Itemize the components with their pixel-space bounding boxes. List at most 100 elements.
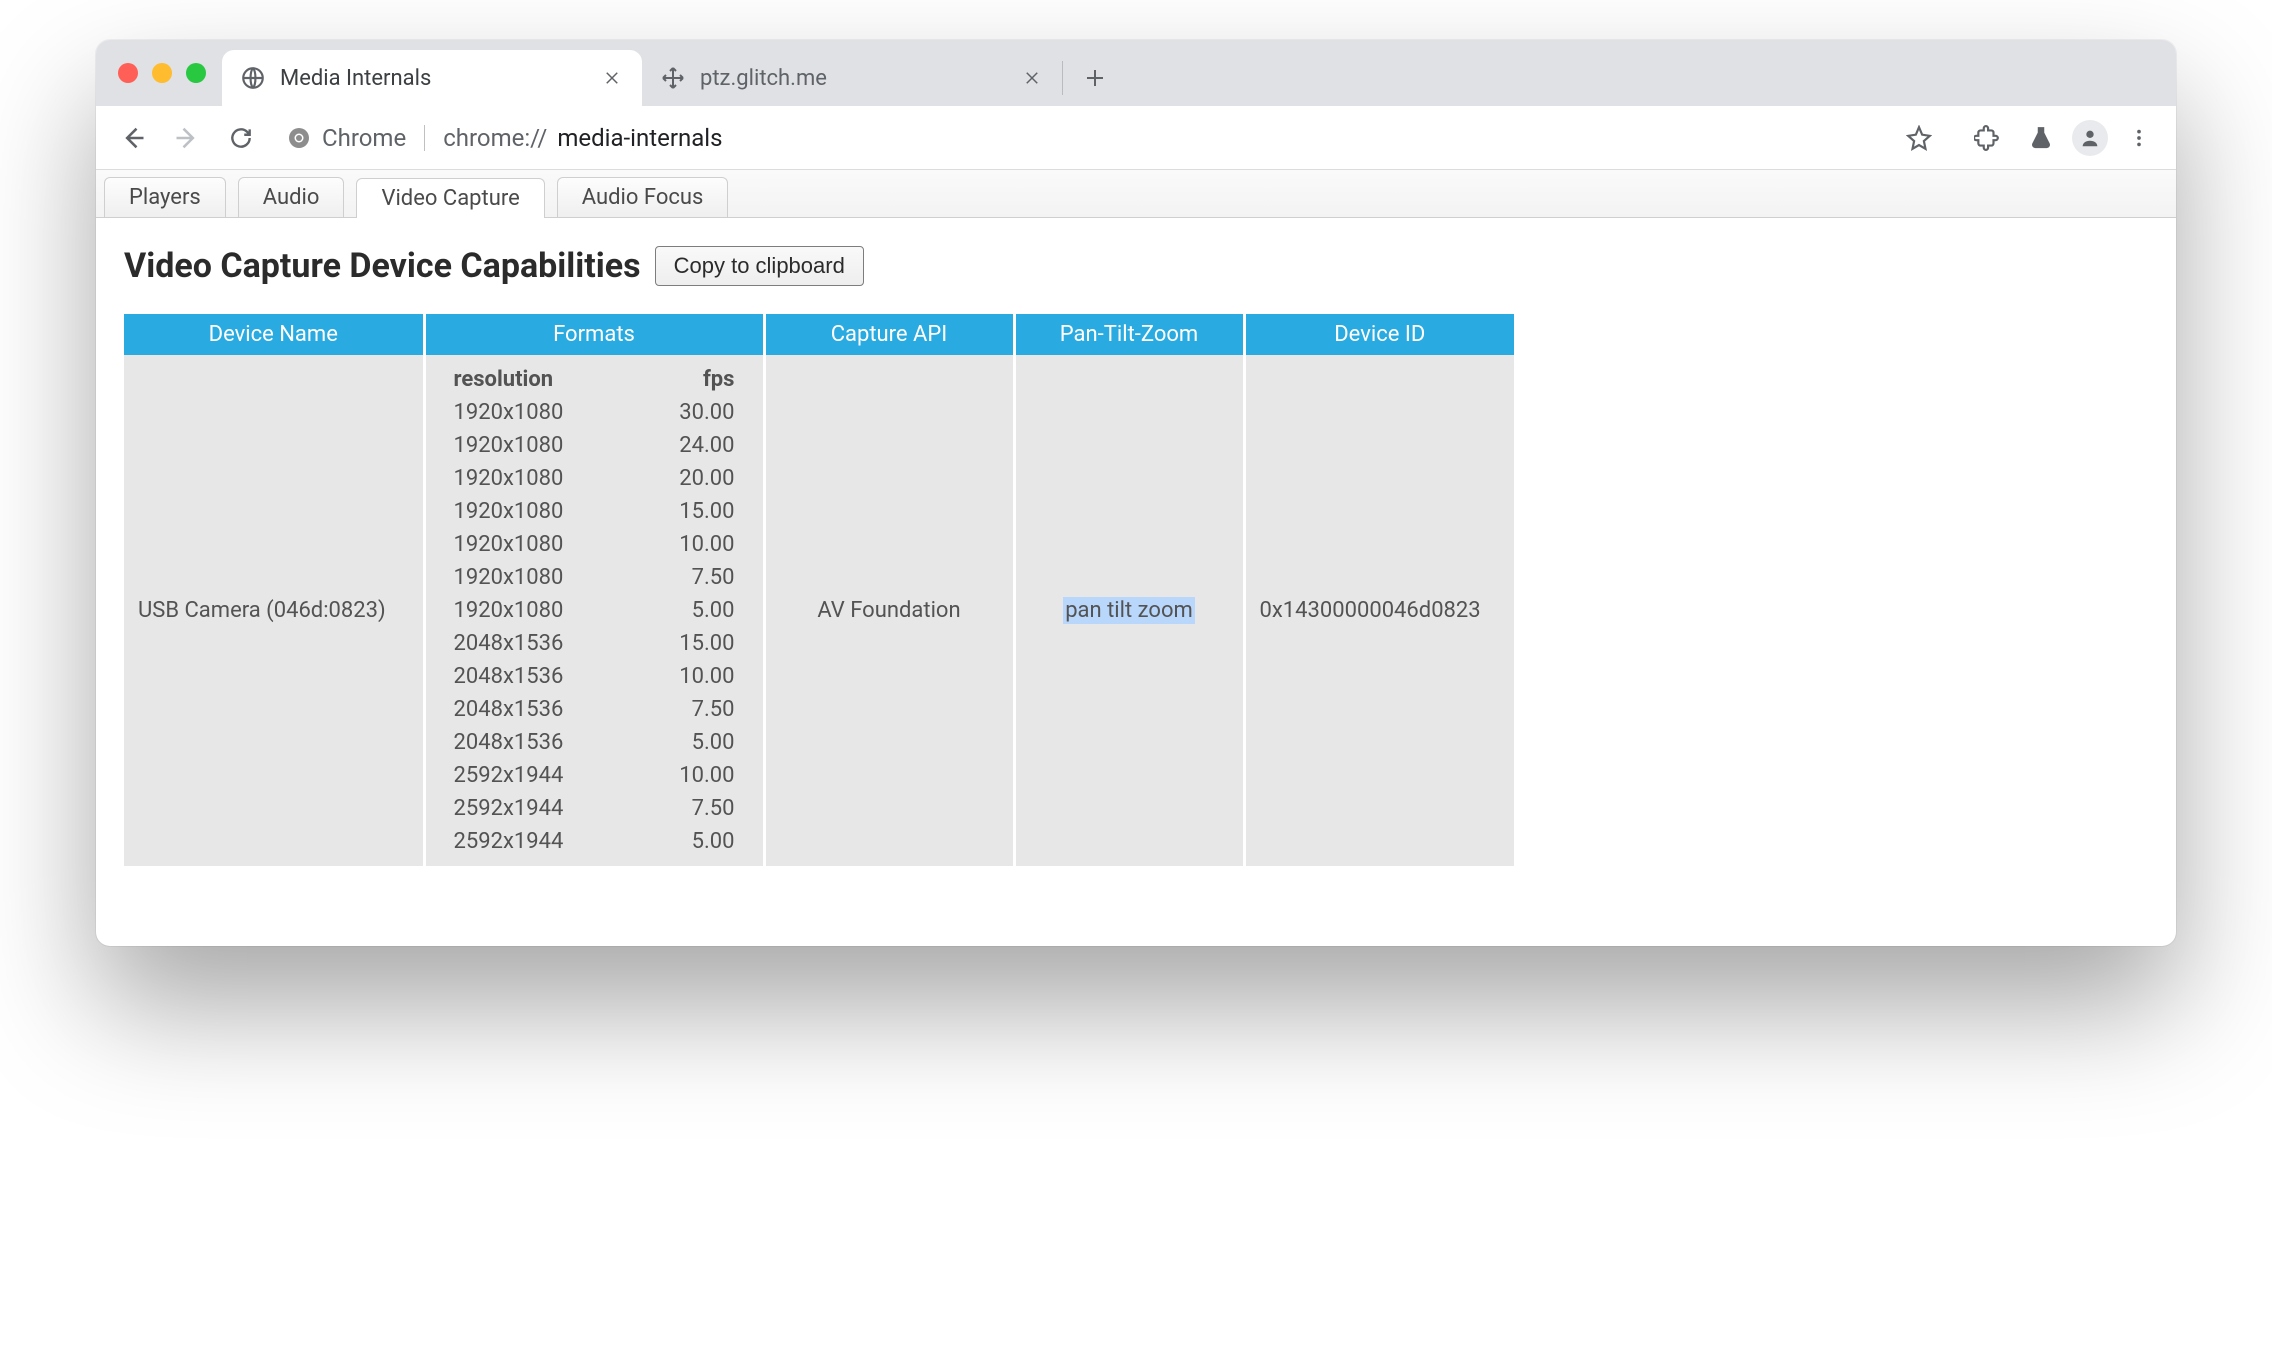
bookmark-button[interactable]	[1896, 115, 1942, 161]
cell-device-name: USB Camera (046d:0823)	[124, 355, 424, 866]
formats-table: resolution fps 1920x108030.001920x108024…	[426, 363, 763, 858]
tab-video-capture[interactable]: Video Capture	[356, 178, 544, 218]
browser-tab-title: ptz.glitch.me	[700, 66, 1006, 91]
tab-label: Players	[129, 185, 201, 210]
cell-capture-api: AV Foundation	[764, 355, 1014, 866]
page-tabbar: Players Audio Video Capture Audio Focus	[96, 170, 2176, 218]
browser-tab-title: Media Internals	[280, 66, 586, 91]
window-close-button[interactable]	[118, 63, 138, 83]
window-controls	[110, 63, 222, 83]
format-fps: 30.00	[627, 396, 762, 429]
format-fps: 15.00	[627, 627, 762, 660]
reload-button[interactable]	[218, 115, 264, 161]
format-resolution: 2592x1944	[426, 792, 628, 825]
tab-label: Audio	[263, 185, 320, 210]
cell-ptz: pan tilt zoom	[1014, 355, 1244, 866]
profile-button[interactable]	[2072, 120, 2108, 156]
format-resolution: 1920x1080	[426, 396, 628, 429]
format-fps: 10.00	[627, 660, 762, 693]
address-bar[interactable]: Chrome chrome:// media-internals	[272, 115, 1956, 161]
cell-device-id: 0x14300000046d0823	[1244, 355, 1514, 866]
format-fps: 15.00	[627, 495, 762, 528]
globe-icon	[240, 65, 266, 91]
formats-row: 2048x153615.00	[426, 627, 763, 660]
formats-row: 2048x153610.00	[426, 660, 763, 693]
col-capture-api[interactable]: Capture API	[764, 314, 1014, 355]
format-fps: 7.50	[627, 561, 762, 594]
close-icon[interactable]	[1020, 66, 1044, 90]
copy-to-clipboard-button[interactable]: Copy to clipboard	[655, 246, 864, 286]
forward-button[interactable]	[164, 115, 210, 161]
formats-row: 2048x15367.50	[426, 693, 763, 726]
format-fps: 7.50	[627, 792, 762, 825]
col-ptz[interactable]: Pan-Tilt-Zoom	[1014, 314, 1244, 355]
browser-tabstrip: Media Internals ptz.glitch.me	[96, 40, 2176, 106]
omnibox-url-scheme: chrome://	[443, 124, 547, 152]
formats-row: 1920x108024.00	[426, 429, 763, 462]
formats-row: 2592x19445.00	[426, 825, 763, 858]
format-fps: 10.00	[627, 528, 762, 561]
close-icon[interactable]	[600, 66, 624, 90]
format-resolution: 2048x1536	[426, 627, 628, 660]
format-resolution: 2048x1536	[426, 660, 628, 693]
tab-label: Video Capture	[381, 186, 519, 211]
table-row: USB Camera (046d:0823) resolution fps 19…	[124, 355, 1514, 866]
formats-row: 2048x15365.00	[426, 726, 763, 759]
browser-tab-media-internals[interactable]: Media Internals	[222, 50, 642, 106]
browser-tab-ptz[interactable]: ptz.glitch.me	[642, 50, 1062, 106]
tab-audio-focus[interactable]: Audio Focus	[557, 177, 729, 217]
format-resolution: 1920x1080	[426, 429, 628, 462]
formats-row: 1920x108010.00	[426, 528, 763, 561]
formats-row: 1920x10805.00	[426, 594, 763, 627]
window-minimize-button[interactable]	[152, 63, 172, 83]
formats-row: 1920x10807.50	[426, 561, 763, 594]
browser-toolbar: Chrome chrome:// media-internals	[96, 106, 2176, 170]
new-tab-button[interactable]	[1075, 58, 1115, 98]
window-maximize-button[interactable]	[186, 63, 206, 83]
format-resolution: 1920x1080	[426, 561, 628, 594]
format-resolution: 1920x1080	[426, 462, 628, 495]
col-device-id[interactable]: Device ID	[1244, 314, 1514, 355]
formats-col-resolution: resolution	[426, 363, 628, 396]
formats-row: 2592x194410.00	[426, 759, 763, 792]
page-heading: Video Capture Device Capabilities	[124, 246, 641, 286]
format-fps: 10.00	[627, 759, 762, 792]
format-fps: 5.00	[627, 726, 762, 759]
back-button[interactable]	[110, 115, 156, 161]
format-fps: 5.00	[627, 594, 762, 627]
format-resolution: 2592x1944	[426, 759, 628, 792]
tab-separator	[1062, 61, 1063, 95]
omnibox-url-path: media-internals	[557, 124, 722, 152]
format-resolution: 2592x1944	[426, 825, 628, 858]
format-resolution: 2048x1536	[426, 726, 628, 759]
move-icon	[660, 65, 686, 91]
browser-window: Media Internals ptz.glitch.me	[96, 40, 2176, 946]
format-resolution: 1920x1080	[426, 528, 628, 561]
formats-col-fps: fps	[627, 363, 762, 396]
formats-row: 1920x108030.00	[426, 396, 763, 429]
divider	[424, 125, 425, 151]
chrome-icon	[286, 125, 312, 151]
format-resolution: 2048x1536	[426, 693, 628, 726]
cell-formats: resolution fps 1920x108030.001920x108024…	[424, 355, 764, 866]
formats-row: 1920x108020.00	[426, 462, 763, 495]
menu-button[interactable]	[2116, 115, 2162, 161]
formats-row: 2592x19447.50	[426, 792, 763, 825]
format-resolution: 1920x1080	[426, 594, 628, 627]
format-fps: 24.00	[627, 429, 762, 462]
omnibox-chip: Chrome	[322, 124, 406, 152]
ptz-value: pan tilt zoom	[1063, 597, 1195, 624]
capabilities-table: Device Name Formats Capture API Pan-Tilt…	[124, 314, 1514, 866]
labs-button[interactable]	[2018, 115, 2064, 161]
format-fps: 7.50	[627, 693, 762, 726]
col-device-name[interactable]: Device Name	[124, 314, 424, 355]
format-resolution: 1920x1080	[426, 495, 628, 528]
page-content: Video Capture Device Capabilities Copy t…	[96, 218, 2176, 946]
col-formats[interactable]: Formats	[424, 314, 764, 355]
format-fps: 20.00	[627, 462, 762, 495]
tab-label: Audio Focus	[582, 185, 704, 210]
extensions-button[interactable]	[1964, 115, 2010, 161]
tab-audio[interactable]: Audio	[238, 177, 345, 217]
tab-players[interactable]: Players	[104, 177, 226, 217]
format-fps: 5.00	[627, 825, 762, 858]
